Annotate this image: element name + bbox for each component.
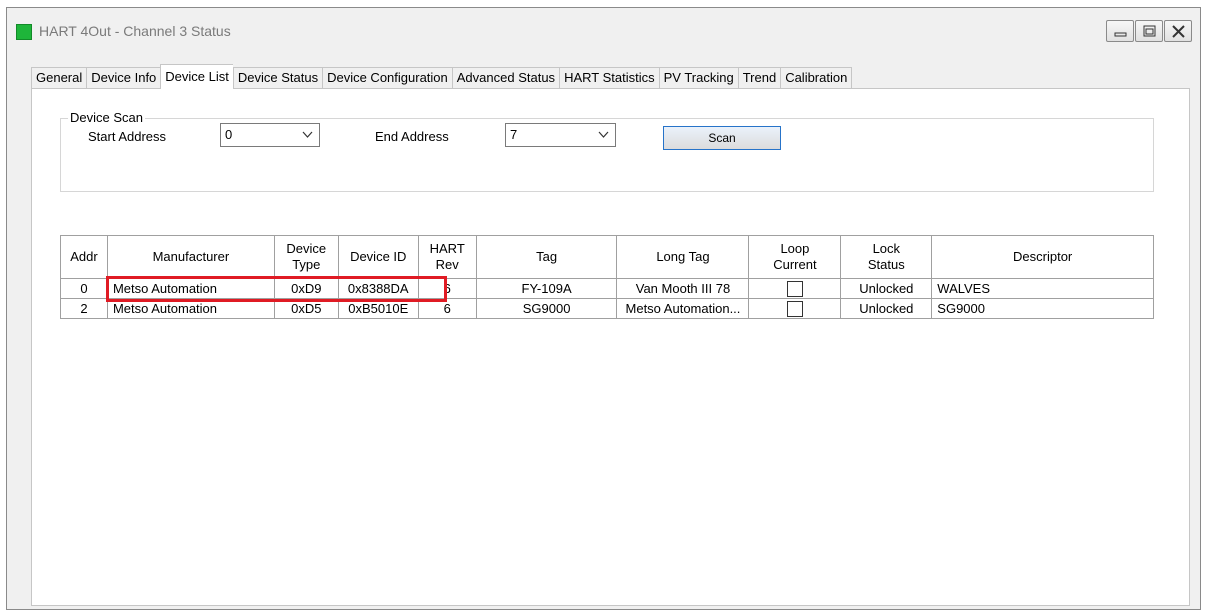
maximize-icon bbox=[1143, 25, 1156, 37]
loop-current-checkbox[interactable] bbox=[786, 280, 803, 297]
col-long-tag[interactable]: Long Tag bbox=[616, 235, 750, 279]
cell-descriptor: SG9000 bbox=[931, 298, 1154, 319]
device-table: Addr Manufacturer Device Type Device ID H… bbox=[60, 235, 1154, 319]
end-address-dropdown[interactable]: 7 bbox=[505, 123, 616, 147]
cell-long-tag: Metso Automation... bbox=[616, 298, 750, 319]
cell-hart-rev: 6 bbox=[417, 278, 477, 299]
cell-hart-rev: 6 bbox=[417, 298, 477, 319]
col-addr[interactable]: Addr bbox=[60, 235, 108, 279]
tab-general[interactable]: General bbox=[31, 67, 87, 89]
start-address-dropdown[interactable]: 0 bbox=[220, 123, 320, 147]
minimize-button[interactable] bbox=[1106, 20, 1134, 42]
device-scan-title: Device Scan bbox=[68, 110, 145, 125]
cell-lock-status: Unlocked bbox=[840, 278, 933, 299]
table-row[interactable]: 0 Metso Automation 0xD9 0x8388DA 6 FY-10… bbox=[60, 278, 1154, 299]
col-loop-current-line1: Loop bbox=[780, 241, 810, 256]
tab-device-configuration[interactable]: Device Configuration bbox=[322, 67, 452, 89]
tab-hart-statistics[interactable]: HART Statistics bbox=[559, 67, 659, 89]
col-lock-status-line2: Status bbox=[867, 257, 905, 272]
tab-trend[interactable]: Trend bbox=[737, 67, 781, 89]
tab-device-info[interactable]: Device Info bbox=[86, 67, 161, 89]
col-manufacturer[interactable]: Manufacturer bbox=[106, 235, 275, 279]
col-lock-status-line1: Lock bbox=[872, 241, 901, 256]
cell-device-id: 0x8388DA bbox=[337, 278, 419, 299]
col-hart-rev-line2: Rev bbox=[435, 257, 459, 272]
cell-device-type: 0xD9 bbox=[273, 278, 339, 299]
col-loop-current-line2: Current bbox=[773, 257, 817, 272]
col-hart-rev-line1: HART bbox=[429, 241, 465, 256]
chevron-down-icon bbox=[302, 131, 313, 138]
cell-manufacturer: Metso Automation bbox=[106, 278, 275, 299]
cell-descriptor: WALVES bbox=[931, 278, 1154, 299]
tab-advanced-status[interactable]: Advanced Status bbox=[451, 67, 560, 89]
start-address-label: Start Address bbox=[88, 129, 167, 144]
minimize-icon bbox=[1114, 32, 1127, 37]
cell-device-id: 0xB5010E bbox=[337, 298, 419, 319]
col-tag[interactable]: Tag bbox=[475, 235, 618, 279]
window: HART 4Out - Channel 3 Status General Dev… bbox=[6, 7, 1201, 610]
title-bar[interactable]: HART 4Out - Channel 3 Status bbox=[7, 8, 1200, 48]
tab-device-status[interactable]: Device Status bbox=[232, 67, 323, 89]
cell-tag: SG9000 bbox=[475, 298, 618, 319]
cell-loop-current bbox=[748, 278, 842, 299]
tab-strip: General Device Info Device List Device S… bbox=[31, 64, 853, 89]
col-descriptor[interactable]: Descriptor bbox=[931, 235, 1154, 279]
cell-addr: 0 bbox=[60, 278, 108, 299]
cell-loop-current bbox=[748, 298, 842, 319]
table-header-row: Addr Manufacturer Device Type Device ID H… bbox=[60, 235, 1154, 279]
tab-calibration[interactable]: Calibration bbox=[780, 67, 853, 89]
app-status-icon bbox=[16, 24, 32, 40]
close-icon bbox=[1172, 25, 1185, 38]
col-device-type[interactable]: Device Type bbox=[273, 235, 339, 279]
tab-device-list[interactable]: Device List bbox=[160, 64, 233, 89]
col-hart-rev[interactable]: HART Rev bbox=[417, 235, 477, 279]
col-device-type-line1: Device bbox=[286, 241, 327, 256]
end-address-label: End Address bbox=[375, 129, 449, 144]
cell-device-type: 0xD5 bbox=[273, 298, 339, 319]
end-address-value: 7 bbox=[510, 127, 518, 142]
cell-long-tag: Van Mooth III 78 bbox=[616, 278, 750, 299]
cell-addr: 2 bbox=[60, 298, 108, 319]
loop-current-checkbox[interactable] bbox=[786, 300, 803, 317]
col-device-type-line2: Type bbox=[292, 257, 321, 272]
col-lock-status[interactable]: Lock Status bbox=[840, 235, 933, 279]
cell-manufacturer: Metso Automation bbox=[106, 298, 275, 319]
start-address-value: 0 bbox=[225, 127, 233, 142]
table-row[interactable]: 2 Metso Automation 0xD5 0xB5010E 6 SG900… bbox=[60, 298, 1154, 319]
col-device-id[interactable]: Device ID bbox=[337, 235, 419, 279]
window-title: HART 4Out - Channel 3 Status bbox=[39, 23, 231, 39]
cell-tag: FY-109A bbox=[475, 278, 618, 299]
chevron-down-icon bbox=[598, 131, 609, 138]
col-loop-current[interactable]: Loop Current bbox=[748, 235, 842, 279]
device-list-page: Device Scan Start Address 0 End Address … bbox=[31, 88, 1190, 606]
close-button[interactable] bbox=[1164, 20, 1192, 42]
cell-lock-status: Unlocked bbox=[840, 298, 933, 319]
scan-button[interactable]: Scan bbox=[663, 126, 781, 150]
tab-pv-tracking[interactable]: PV Tracking bbox=[658, 67, 738, 89]
maximize-button[interactable] bbox=[1135, 20, 1163, 42]
